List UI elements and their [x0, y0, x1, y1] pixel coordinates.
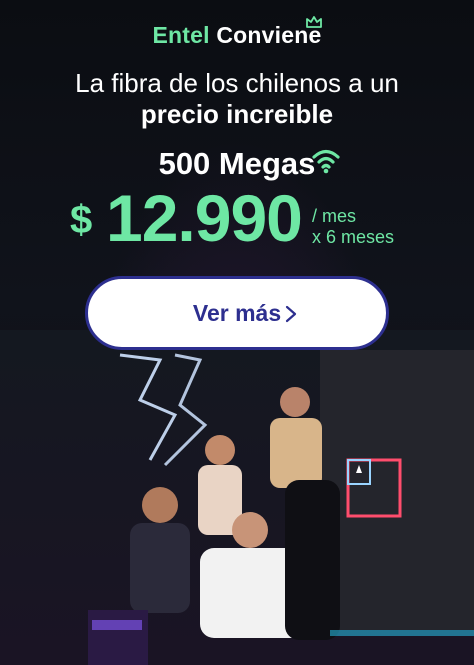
ver-mas-label: Ver más: [192, 299, 282, 326]
price-currency: $: [70, 198, 93, 242]
headline: La fibra de los chilenos a un precio inc…: [0, 68, 474, 130]
crown-icon: [306, 16, 322, 28]
headline-line1: La fibra de los chilenos a un: [75, 68, 399, 98]
price-period-line2: x 6 meses: [312, 227, 395, 247]
price-period: / mes x 6 meses: [312, 206, 394, 248]
ver-mas-button[interactable]: Ver más: [85, 276, 389, 350]
promo-banner[interactable]: Entel Conviene La fibra de los chilenos …: [0, 0, 474, 665]
brand-part1: Entel: [152, 22, 210, 48]
wifi-icon: [312, 149, 340, 174]
plan-speed: 500 Megas: [158, 146, 316, 181]
background-gaming-photo: [0, 330, 474, 665]
price-amount: 12.990: [106, 181, 303, 255]
price-period-line1: / mes: [312, 206, 357, 226]
headline-line2: precio increible: [140, 99, 334, 129]
chevron-right-icon: [285, 305, 297, 323]
brand-logo: Entel Conviene: [0, 16, 474, 49]
